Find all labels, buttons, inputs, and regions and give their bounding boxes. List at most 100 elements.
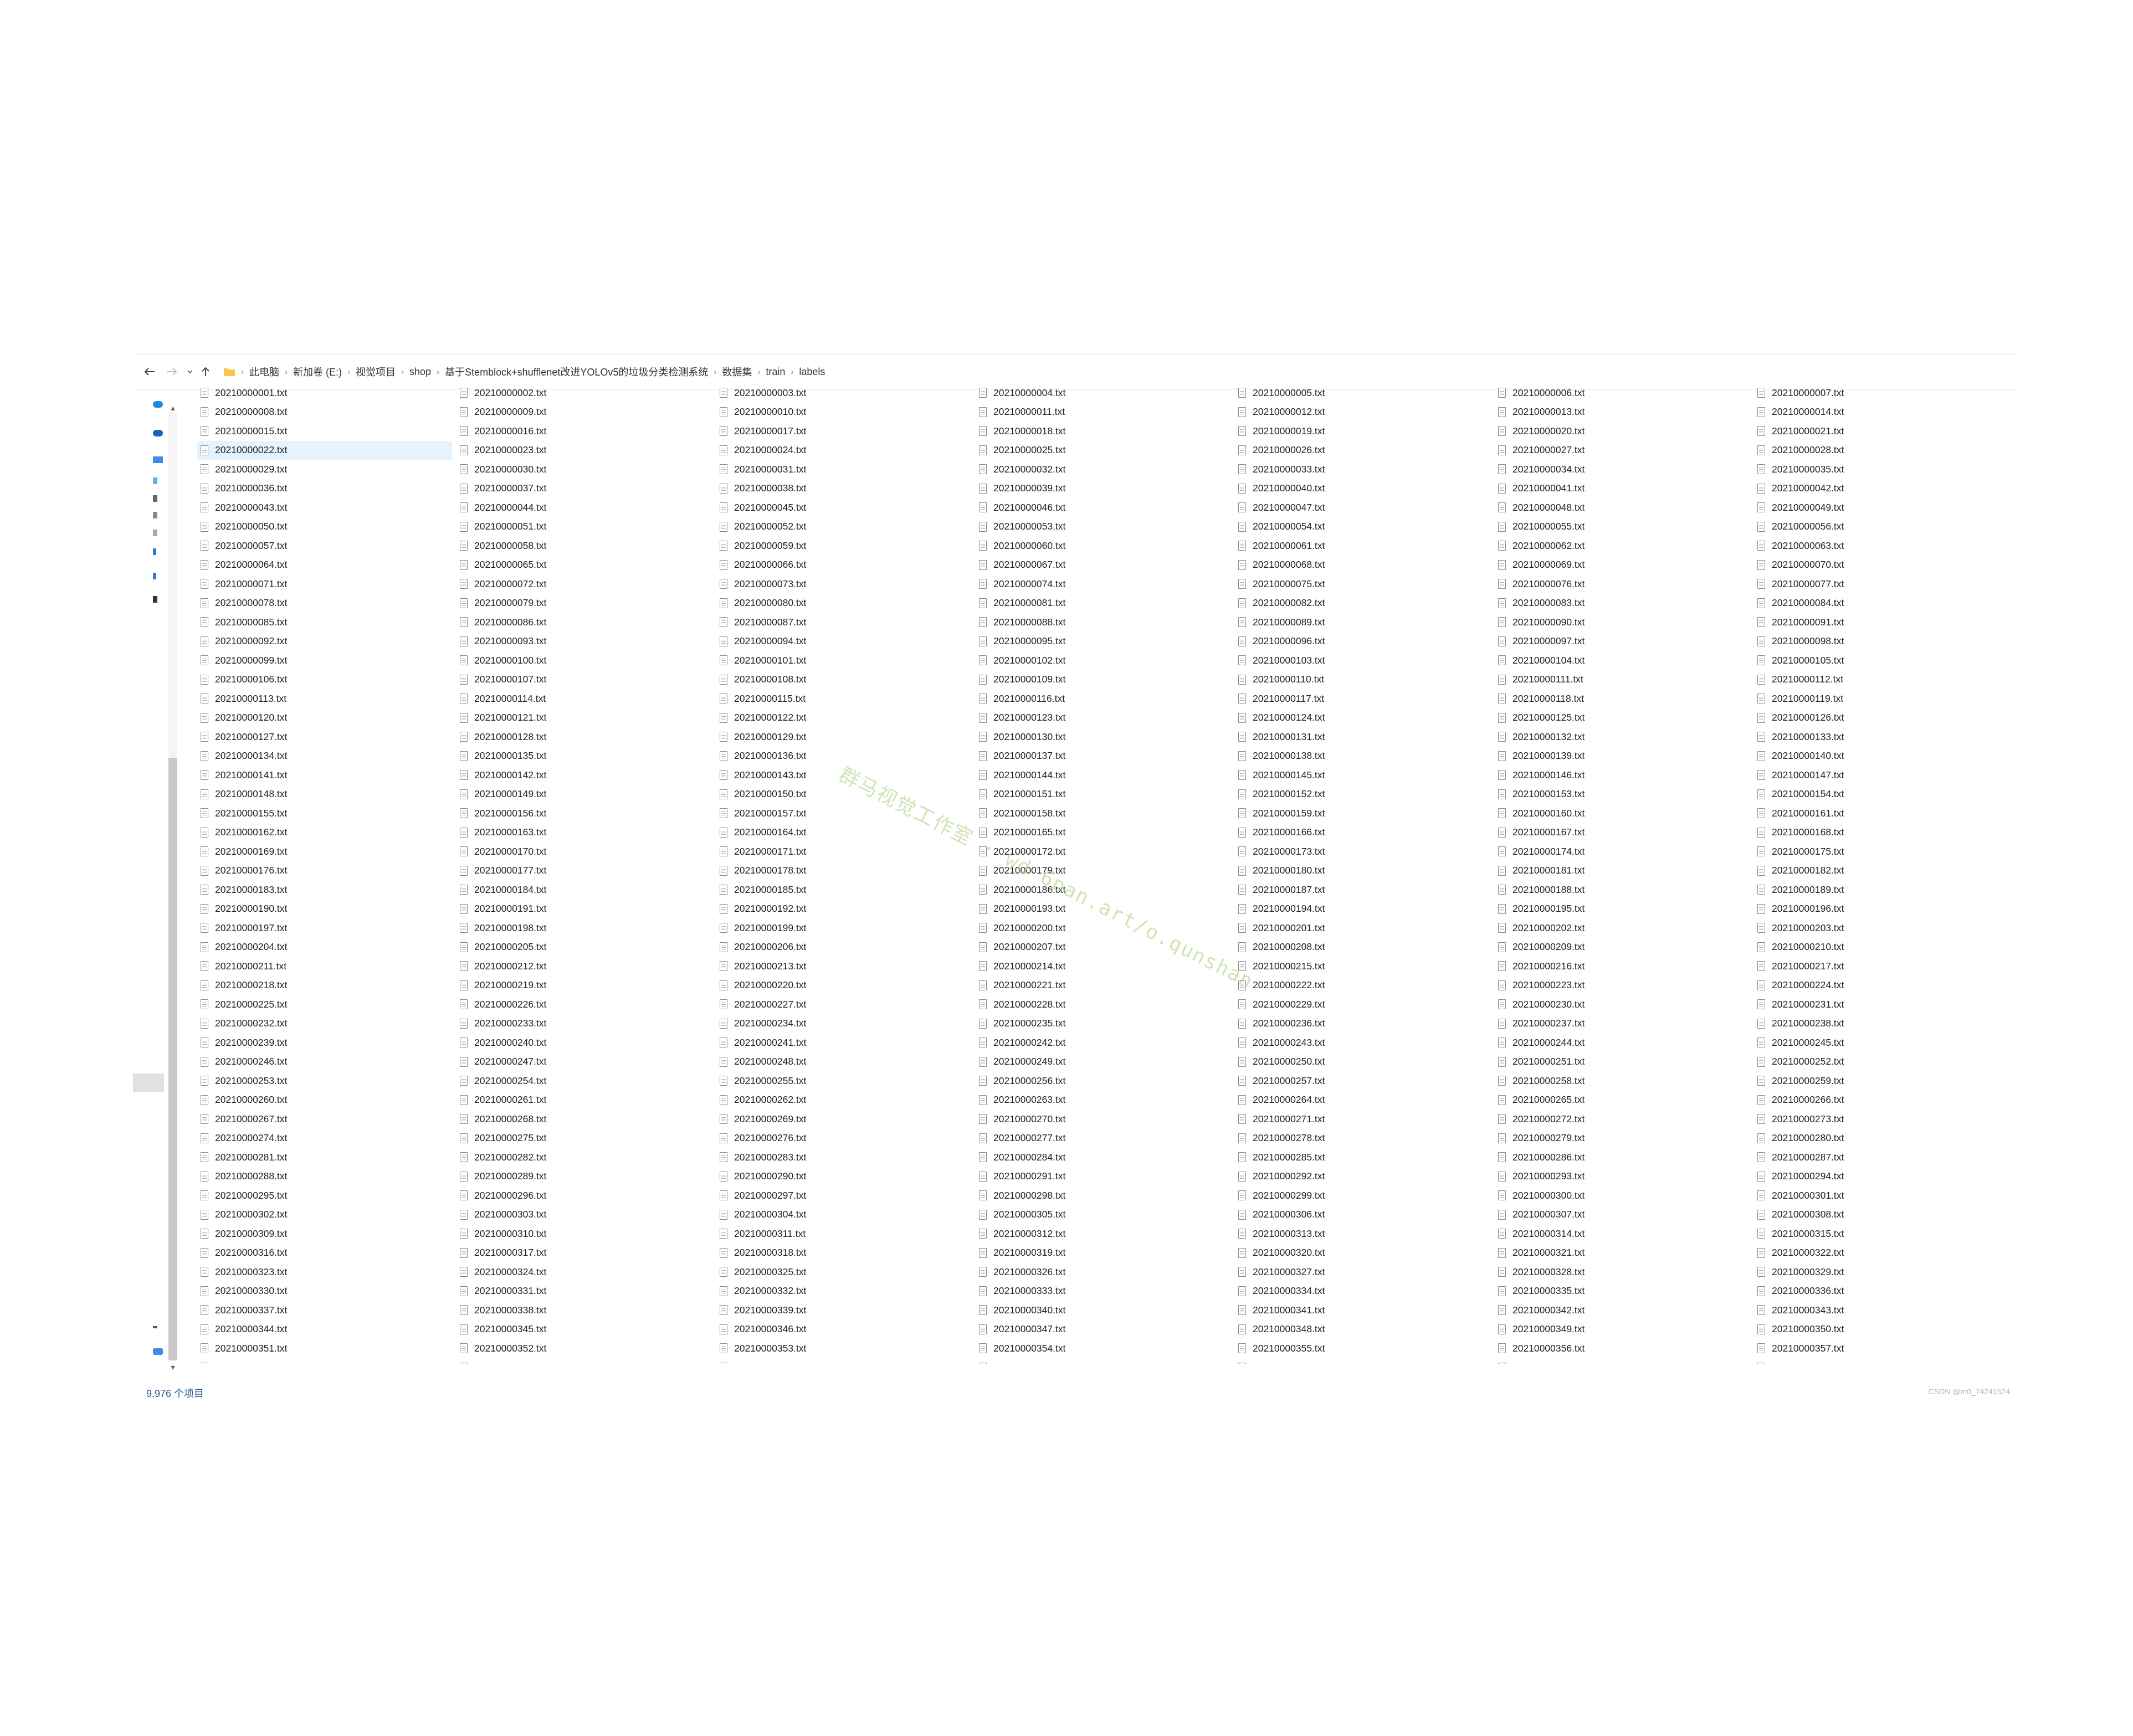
file-item[interactable]: 20210000171.txt — [716, 842, 971, 861]
folder-pin-icon[interactable] — [153, 1326, 157, 1328]
file-item[interactable]: 20210000258.txt — [1495, 1071, 1750, 1091]
file-item[interactable]: 20210000044.txt — [457, 498, 711, 517]
file-item[interactable]: 20210000053.txt — [976, 517, 1230, 537]
file-item[interactable]: 20210000279.txt — [1495, 1129, 1750, 1148]
file-item[interactable]: 20210000348.txt — [1235, 1320, 1490, 1339]
file-item[interactable]: 20210000314.txt — [1495, 1224, 1750, 1244]
file-item[interactable]: 20210000098.txt — [1754, 632, 2009, 651]
drive-icon[interactable] — [153, 573, 156, 579]
file-item[interactable]: 20210000114.txt — [457, 689, 711, 708]
file-item[interactable]: 20210000185.txt — [716, 880, 971, 900]
file-item[interactable]: 20210000033.txt — [1235, 460, 1490, 479]
file-item[interactable]: 20210000323.txt — [197, 1262, 452, 1282]
file-item[interactable]: 20210000209.txt — [1495, 938, 1750, 957]
file-item[interactable]: 20210000307.txt — [1495, 1205, 1750, 1225]
file-item[interactable]: 20210000346.txt — [716, 1320, 971, 1339]
file-item[interactable]: 20210000222.txt — [1235, 976, 1490, 995]
file-item[interactable]: 20210000240.txt — [457, 1033, 711, 1052]
file-item[interactable]: 20210000194.txt — [1235, 900, 1490, 919]
file-item[interactable]: 20210000015.txt — [197, 422, 452, 441]
file-item[interactable]: 20210000268.txt — [457, 1110, 711, 1129]
file-item[interactable]: 20210000357.txt — [1754, 1339, 2009, 1358]
file-item[interactable]: 20210000147.txt — [1754, 766, 2009, 785]
file-item[interactable]: 20210000266.txt — [1754, 1091, 2009, 1110]
file-item[interactable]: 20210000121.txt — [457, 708, 711, 728]
file-item[interactable]: 20210000237.txt — [1495, 1014, 1750, 1034]
file-item[interactable]: 20210000254.txt — [457, 1071, 711, 1091]
file-item[interactable]: 20210000177.txt — [457, 861, 711, 881]
file-item[interactable]: 20210000047.txt — [1235, 498, 1490, 517]
file-item[interactable]: 20210000144.txt — [976, 766, 1230, 785]
file-item[interactable]: 20210000243.txt — [1235, 1033, 1490, 1052]
file-item[interactable]: 20210000195.txt — [1495, 900, 1750, 919]
file-item[interactable]: 20210000079.txt — [457, 594, 711, 613]
file-item[interactable]: 20210000096.txt — [1235, 632, 1490, 651]
file-item[interactable]: 20210000296.txt — [457, 1186, 711, 1205]
file-item[interactable]: 20210000330.txt — [197, 1282, 452, 1301]
file-item[interactable]: 20210000295.txt — [197, 1186, 452, 1205]
file-item[interactable]: 20210000005.txt — [1235, 383, 1490, 403]
file-item[interactable]: 20210000235.txt — [976, 1014, 1230, 1034]
file-item[interactable]: 20210000253.txt — [197, 1071, 452, 1091]
file-item[interactable]: 20210000216.txt — [1495, 957, 1750, 976]
file-item[interactable]: 20210000327.txt — [1235, 1262, 1490, 1282]
file-item[interactable]: 20210000318.txt — [716, 1244, 971, 1263]
file-item[interactable]: 20210000062.txt — [1495, 536, 1750, 556]
file-item[interactable]: 20210000341.txt — [1235, 1301, 1490, 1320]
file-item[interactable]: 20210000119.txt — [1754, 689, 2009, 708]
file-item[interactable]: 20210000100.txt — [457, 651, 711, 670]
file-item[interactable]: 20210000250.txt — [1235, 1052, 1490, 1072]
file-item[interactable]: 20210000241.txt — [716, 1033, 971, 1052]
file-item[interactable]: 20210000107.txt — [457, 670, 711, 690]
file-item[interactable]: 20210000183.txt — [197, 880, 452, 900]
file-item[interactable]: 20210000139.txt — [1495, 747, 1750, 766]
file-item[interactable]: 20210000191.txt — [457, 900, 711, 919]
file-item[interactable]: 20210000022.txt — [197, 440, 452, 460]
file-item[interactable]: 20210000152.txt — [1235, 785, 1490, 804]
file-item[interactable]: 20210000293.txt — [1495, 1167, 1750, 1187]
file-item[interactable]: 20210000148.txt — [197, 785, 452, 804]
file-item[interactable]: 20210000175.txt — [1754, 842, 2009, 861]
file-item[interactable]: 20210000260.txt — [197, 1091, 452, 1110]
file-item[interactable]: 20210000064.txt — [197, 556, 452, 575]
file-item[interactable]: 20210000007.txt — [1754, 383, 2009, 403]
file-item[interactable]: 20210000071.txt — [197, 574, 452, 594]
file-item[interactable]: 20210000188.txt — [1495, 880, 1750, 900]
file-item[interactable]: 20210000142.txt — [457, 766, 711, 785]
file-item[interactable]: 20210000019.txt — [1235, 422, 1490, 441]
file-item[interactable]: 20210000221.txt — [976, 976, 1230, 995]
file-item[interactable]: 20210000204.txt — [197, 938, 452, 957]
file-item[interactable]: 20210000025.txt — [976, 441, 1230, 460]
file-item[interactable]: 20210000163.txt — [457, 823, 711, 843]
file-item[interactable]: 20210000291.txt — [976, 1167, 1230, 1187]
file-item[interactable]: 20210000261.txt — [457, 1091, 711, 1110]
file-item[interactable]: 20210000037.txt — [457, 479, 711, 499]
file-item[interactable]: 20210000332.txt — [716, 1282, 971, 1301]
file-item[interactable]: 20210000018.txt — [976, 422, 1230, 441]
file-item[interactable]: 20210000251.txt — [1495, 1052, 1750, 1072]
file-item[interactable]: 20210000311.txt — [716, 1224, 971, 1244]
file-item[interactable]: 20210000219.txt — [457, 976, 711, 995]
file-item[interactable]: 20210000155.txt — [197, 804, 452, 823]
file-item[interactable]: 20210000289.txt — [457, 1167, 711, 1187]
scroll-thumb[interactable] — [168, 758, 177, 1360]
navigation-pane-scrollbar[interactable]: ▴ ▾ — [167, 403, 178, 1373]
file-item[interactable]: 20210000067.txt — [976, 556, 1230, 575]
file-item[interactable]: 20210000011.txt — [976, 403, 1230, 422]
file-item[interactable]: 20210000199.txt — [716, 918, 971, 938]
file-item[interactable]: 20210000043.txt — [197, 498, 452, 517]
file-item[interactable]: 20210000030.txt — [457, 460, 711, 479]
file-item[interactable]: 20210000317.txt — [457, 1244, 711, 1263]
file-item[interactable]: 20210000218.txt — [197, 976, 452, 995]
file-item[interactable]: 20210000093.txt — [457, 632, 711, 651]
file-item[interactable]: 20210000149.txt — [457, 785, 711, 804]
file-item[interactable]: 20210000125.txt — [1495, 708, 1750, 728]
breadcrumb-this-pc[interactable]: 此电脑 — [246, 364, 283, 379]
file-item[interactable]: 20210000272.txt — [1495, 1110, 1750, 1129]
file-item[interactable]: 20210000303.txt — [457, 1205, 711, 1225]
file-item[interactable]: 20210000226.txt — [457, 995, 711, 1014]
file-item[interactable]: 20210000215.txt — [1235, 957, 1490, 976]
file-item[interactable]: 20210000202.txt — [1495, 918, 1750, 938]
file-item[interactable]: 20210000356.txt — [1495, 1339, 1750, 1358]
file-item[interactable]: 20210000122.txt — [716, 708, 971, 728]
